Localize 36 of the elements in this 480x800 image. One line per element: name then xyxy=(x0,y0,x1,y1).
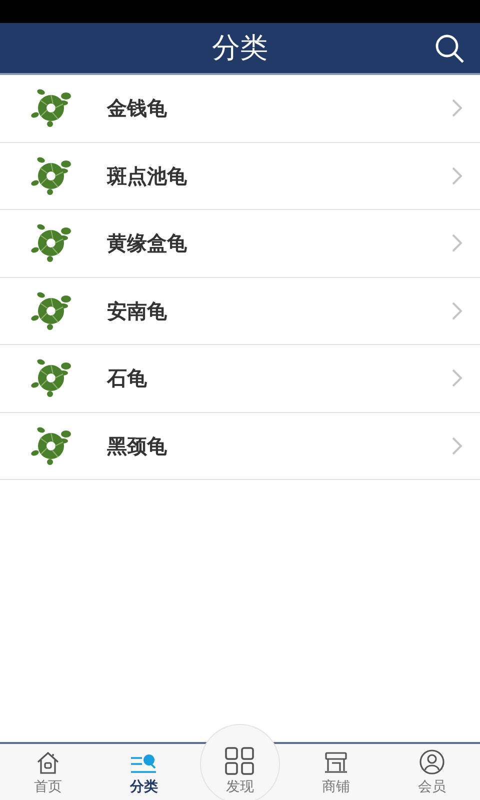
header-title: 分类 xyxy=(212,30,268,66)
chevron-right-icon xyxy=(452,302,462,320)
tab-item[interactable]: 发现 xyxy=(192,744,288,800)
chevron-right-icon xyxy=(452,166,462,185)
category-name: 安南龟 xyxy=(107,298,168,325)
turtle-icon xyxy=(30,87,74,130)
category-row[interactable]: 黑颈龟 xyxy=(0,412,480,480)
tab-item[interactable]: 分类 xyxy=(96,744,192,800)
category-row[interactable]: 金钱龟 xyxy=(0,75,480,142)
tab-item[interactable]: 首页 xyxy=(0,744,96,800)
category-name: 石龟 xyxy=(107,365,148,392)
category-name: 黄缘盒龟 xyxy=(107,230,188,258)
category-name: 黑颈龟 xyxy=(107,432,168,460)
user-icon xyxy=(419,749,445,775)
turtle-icon xyxy=(30,357,74,400)
chevron-right-icon xyxy=(452,369,462,388)
search-button[interactable] xyxy=(434,33,466,65)
turtle-icon xyxy=(30,290,74,332)
tab-item[interactable]: 会员 xyxy=(384,744,480,800)
category-row[interactable]: 斑点池龟 xyxy=(0,142,480,210)
turtle-icon xyxy=(30,222,74,264)
category-name: 斑点池龟 xyxy=(107,162,188,190)
chevron-right-icon xyxy=(452,99,462,118)
turtle-icon xyxy=(30,154,74,197)
category-row[interactable]: 石龟 xyxy=(0,345,480,412)
category-row[interactable]: 安南龟 xyxy=(0,278,480,345)
grid-icon xyxy=(225,747,255,775)
category-row[interactable]: 黄缘盒龟 xyxy=(0,210,480,278)
search-icon xyxy=(435,34,465,64)
chevron-right-icon xyxy=(452,234,462,252)
storefront-icon xyxy=(323,751,349,775)
tab-item[interactable]: 商铺 xyxy=(288,744,384,800)
house-icon xyxy=(35,751,61,775)
chevron-right-icon xyxy=(452,436,462,455)
turtle-icon xyxy=(30,424,74,467)
category-name: 金钱龟 xyxy=(107,95,168,122)
